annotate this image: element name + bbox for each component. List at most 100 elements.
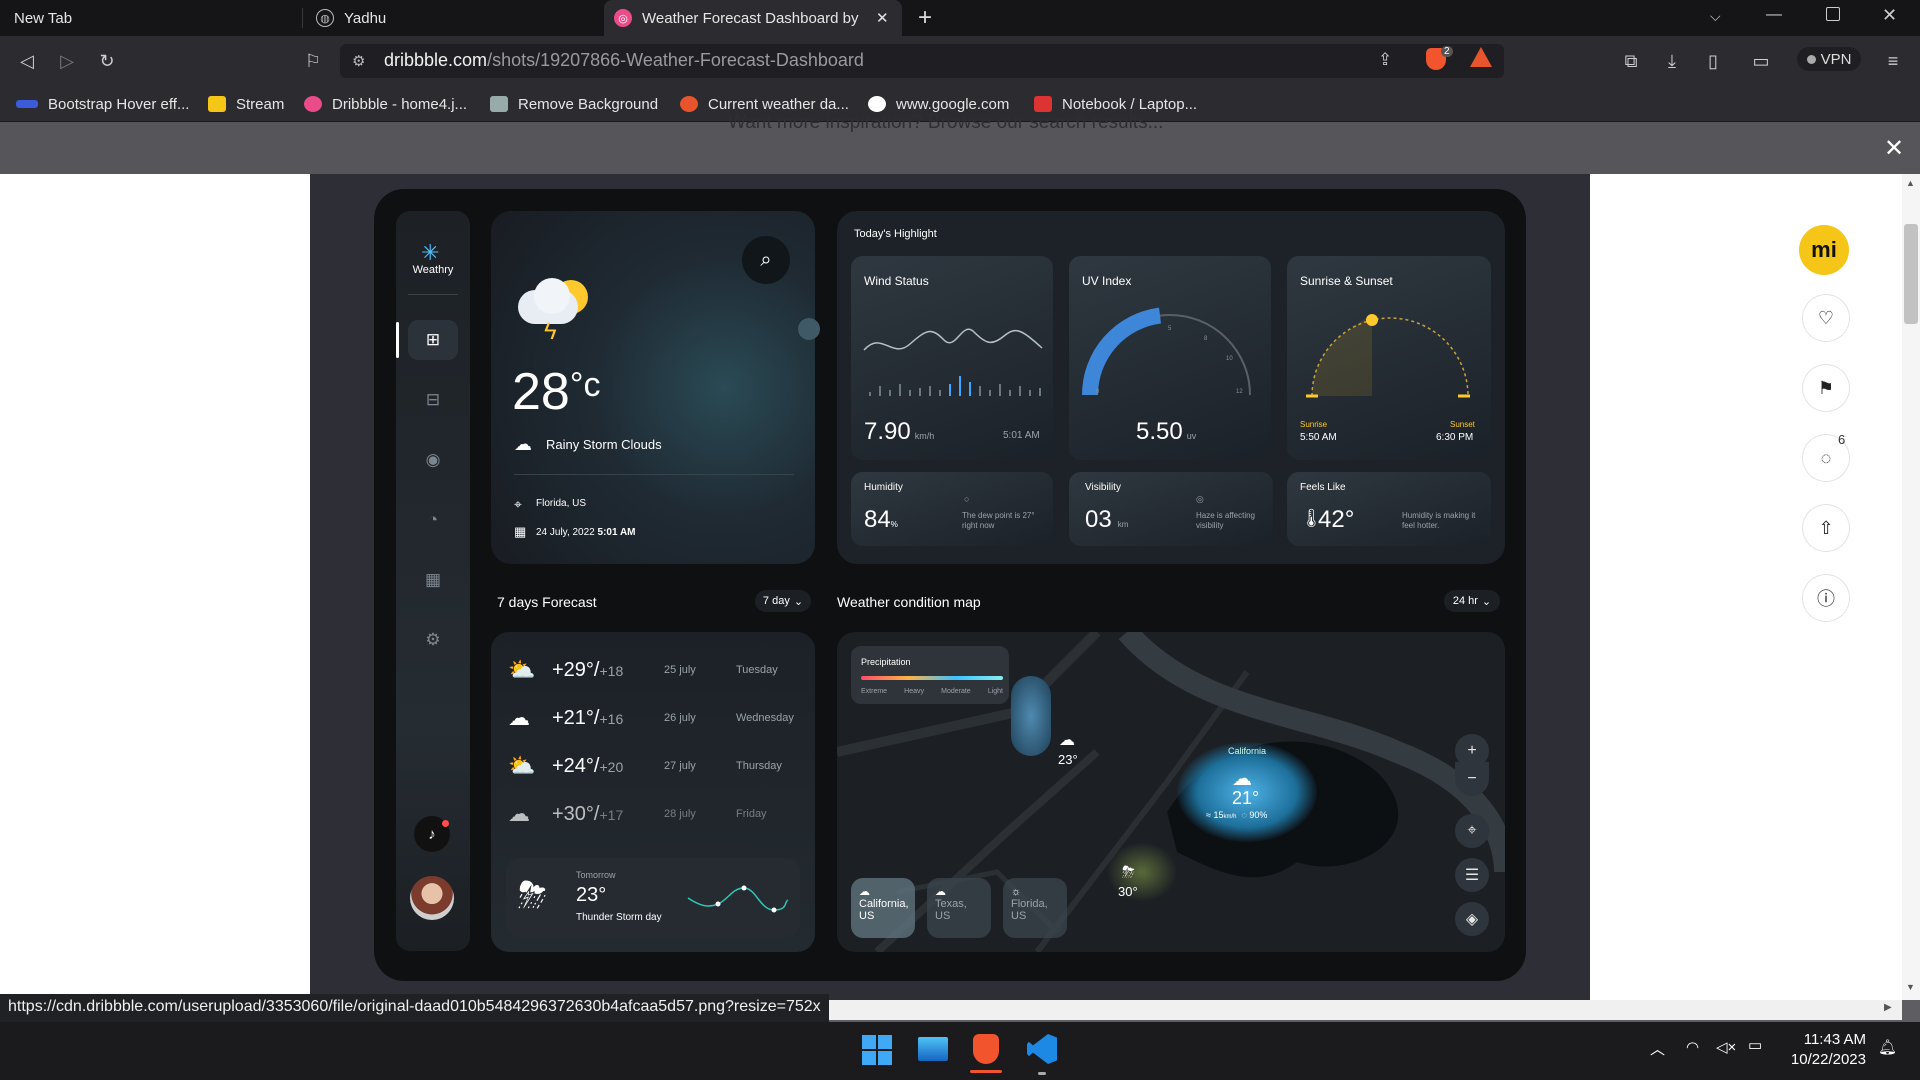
notification-dot <box>442 820 449 827</box>
bookmark-item[interactable]: Bootstrap Hover eff... <box>16 86 189 122</box>
uv-tick: 12 <box>1236 389 1243 395</box>
tab-new-tab[interactable]: New Tab <box>0 0 300 36</box>
settings-icon[interactable]: ⚙ <box>418 625 448 655</box>
taskbar <box>0 1022 1920 1080</box>
forecast-row[interactable]: ☁ +30°/+17 28 july Friday <box>508 796 808 832</box>
location-text: Florida, US <box>536 498 587 509</box>
wallet-icon[interactable]: ▭ <box>1748 48 1774 74</box>
bookmark-item[interactable]: Dribbble - home4.j... <box>304 86 467 122</box>
chart-icon[interactable]: ◔ <box>418 505 448 535</box>
date-text: 24 July, 2022 <box>536 527 595 538</box>
locate-icon[interactable]: ⌖ <box>1455 814 1489 848</box>
vpn-button[interactable]: VPN <box>1797 47 1861 71</box>
scroll-up-icon[interactable]: ▲ <box>1906 178 1915 188</box>
reload-icon[interactable]: ↻ <box>94 48 120 74</box>
share-icon[interactable]: ⇧ <box>1803 505 1849 551</box>
city-name: Florida, US <box>1011 898 1048 922</box>
forward-icon[interactable]: ▷ <box>54 48 80 74</box>
city-card-texas[interactable]: ☁ Texas, US <box>927 878 991 938</box>
minimize-icon[interactable]: — <box>1766 6 1782 24</box>
visibility-note: Haze is affecting visibility <box>1196 511 1255 530</box>
avatar[interactable] <box>410 876 454 920</box>
windows-start-icon[interactable] <box>862 1035 892 1065</box>
dribbble-icon <box>304 96 322 112</box>
forecast-range-dropdown[interactable]: 7 day ⌄ <box>755 590 811 612</box>
new-tab-button[interactable]: + <box>918 4 932 32</box>
restore-icon[interactable] <box>1826 7 1840 21</box>
pin-wind-unit: km/h <box>1223 814 1237 820</box>
mute-icon[interactable]: ◁× <box>1716 1038 1736 1056</box>
clock[interactable]: 11:43 AM 10/22/2023 <box>1786 1030 1866 1070</box>
bookmark-icon[interactable]: ⚑ <box>1803 365 1849 411</box>
uv-tick: 10 <box>1226 356 1233 362</box>
humidity-unit: % <box>890 520 898 529</box>
tab-label: Weather Forecast Dashboard by <box>642 9 859 27</box>
cloud-icon: ☁ <box>859 886 870 898</box>
bookmark-item[interactable]: Remove Background <box>490 86 658 122</box>
back-icon[interactable]: ◁ <box>14 48 40 74</box>
map-pin-temp[interactable]: 21° <box>1232 788 1259 809</box>
sun-icon: ☼ <box>1011 886 1022 898</box>
close-modal-button[interactable]: ✕ <box>1884 134 1904 163</box>
dropdown-label: 7 day <box>762 595 790 607</box>
tray-chevron-icon[interactable]: ︿ <box>1650 1038 1665 1059</box>
scroll-right-icon[interactable]: ▶ <box>1884 1002 1892 1013</box>
desktop-icon[interactable] <box>918 1037 948 1061</box>
designer-avatar[interactable]: mi <box>1799 225 1849 275</box>
chevron-down-icon: ⌄ <box>1481 595 1492 608</box>
calendar-icon[interactable]: ▦ <box>418 565 448 595</box>
forecast-date: 26 july <box>664 712 696 724</box>
bookmark-page-icon[interactable]: ⚐ <box>300 48 326 74</box>
map-icon[interactable]: ⊟ <box>418 385 448 415</box>
humidity-number: 84 <box>864 506 891 533</box>
city-card-florida[interactable]: ☼ Florida, US <box>1003 878 1067 938</box>
wifi-icon[interactable]: ◠ <box>1686 1038 1699 1056</box>
url-text[interactable]: dribbble.com/shots/19207866-Weather-Fore… <box>384 50 864 71</box>
card-title: Visibility <box>1085 482 1121 493</box>
tab-list-chevron-icon[interactable]: ⌵ <box>1710 8 1721 25</box>
forecast-low: +20 <box>599 758 624 775</box>
horizontal-scrollbar[interactable] <box>781 1000 1902 1020</box>
extensions-icon[interactable]: ⧉ <box>1618 48 1644 74</box>
brave-rewards-icon[interactable] <box>1470 47 1492 67</box>
forecast-row[interactable]: ⛅ +24°/+20 27 july Thursday <box>508 748 808 784</box>
forecast-date: 25 july <box>664 664 696 676</box>
visibility-number: 03 <box>1085 506 1112 533</box>
map-pin-details: ≈ 15km/h ◌ 90% <box>1206 810 1267 820</box>
share-icon[interactable]: ⇪ <box>1378 50 1392 70</box>
location-icon[interactable]: ◉ <box>418 445 448 475</box>
battery-icon[interactable]: ▭ <box>1748 1036 1762 1054</box>
highlights-title: Today's Highlight <box>854 228 937 240</box>
close-tab-icon[interactable]: ✕ <box>876 9 889 27</box>
layers-icon[interactable]: ◈ <box>1455 902 1489 936</box>
forecast-row[interactable]: ⛅ +29°/+18 25 july Tuesday <box>508 652 808 688</box>
scrollbar-thumb[interactable] <box>1904 224 1918 324</box>
close-window-icon[interactable]: ✕ <box>1882 5 1897 26</box>
sidebar-toggle-icon[interactable]: ▯ <box>1700 48 1726 74</box>
downloads-icon[interactable]: ⤓ <box>1659 48 1685 74</box>
brave-browser-icon[interactable] <box>973 1034 999 1064</box>
dashboard-icon[interactable]: ⊞ <box>418 325 448 355</box>
menu-icon[interactable]: ≡ <box>1880 48 1906 74</box>
bookmark-item[interactable]: Stream <box>208 86 284 122</box>
tomorrow-desc: Thunder Storm day <box>576 912 662 923</box>
like-heart-icon[interactable]: ♡ <box>1803 295 1849 341</box>
tab-weather-dashboard[interactable]: ◎ Weather Forecast Dashboard by ✕ <box>604 0 902 36</box>
city-card-california[interactable]: ☁ California, US <box>851 878 915 938</box>
forecast-row[interactable]: ☁ +21°/+16 26 july Wednesday <box>508 700 808 736</box>
map-range-dropdown[interactable]: 24 hr ⌄ <box>1444 590 1500 612</box>
map-pin-temp[interactable]: 23° <box>1058 752 1078 767</box>
app-logo-text: Weathry <box>412 264 454 276</box>
map-pin-temp[interactable]: 30° <box>1118 884 1138 899</box>
info-icon[interactable]: ⓘ <box>1803 575 1849 621</box>
notification-icon[interactable]: 🔔︎ <box>1878 1038 1897 1056</box>
status-url: https://cdn.dribbble.com/userupload/3353… <box>0 994 829 1022</box>
search-icon[interactable]: ⌕ <box>742 236 790 284</box>
site-info-icon[interactable]: ⚙ <box>352 52 365 70</box>
weather-site-icon <box>680 96 698 112</box>
scroll-down-icon[interactable]: ▼ <box>1906 982 1915 992</box>
list-icon[interactable]: ☰ <box>1455 858 1489 892</box>
zoom-out-button[interactable]: − <box>1455 762 1489 796</box>
tab-yadhu[interactable]: ◍ Yadhu <box>304 0 600 36</box>
partly-cloudy-icon: ⛅ <box>508 657 536 682</box>
